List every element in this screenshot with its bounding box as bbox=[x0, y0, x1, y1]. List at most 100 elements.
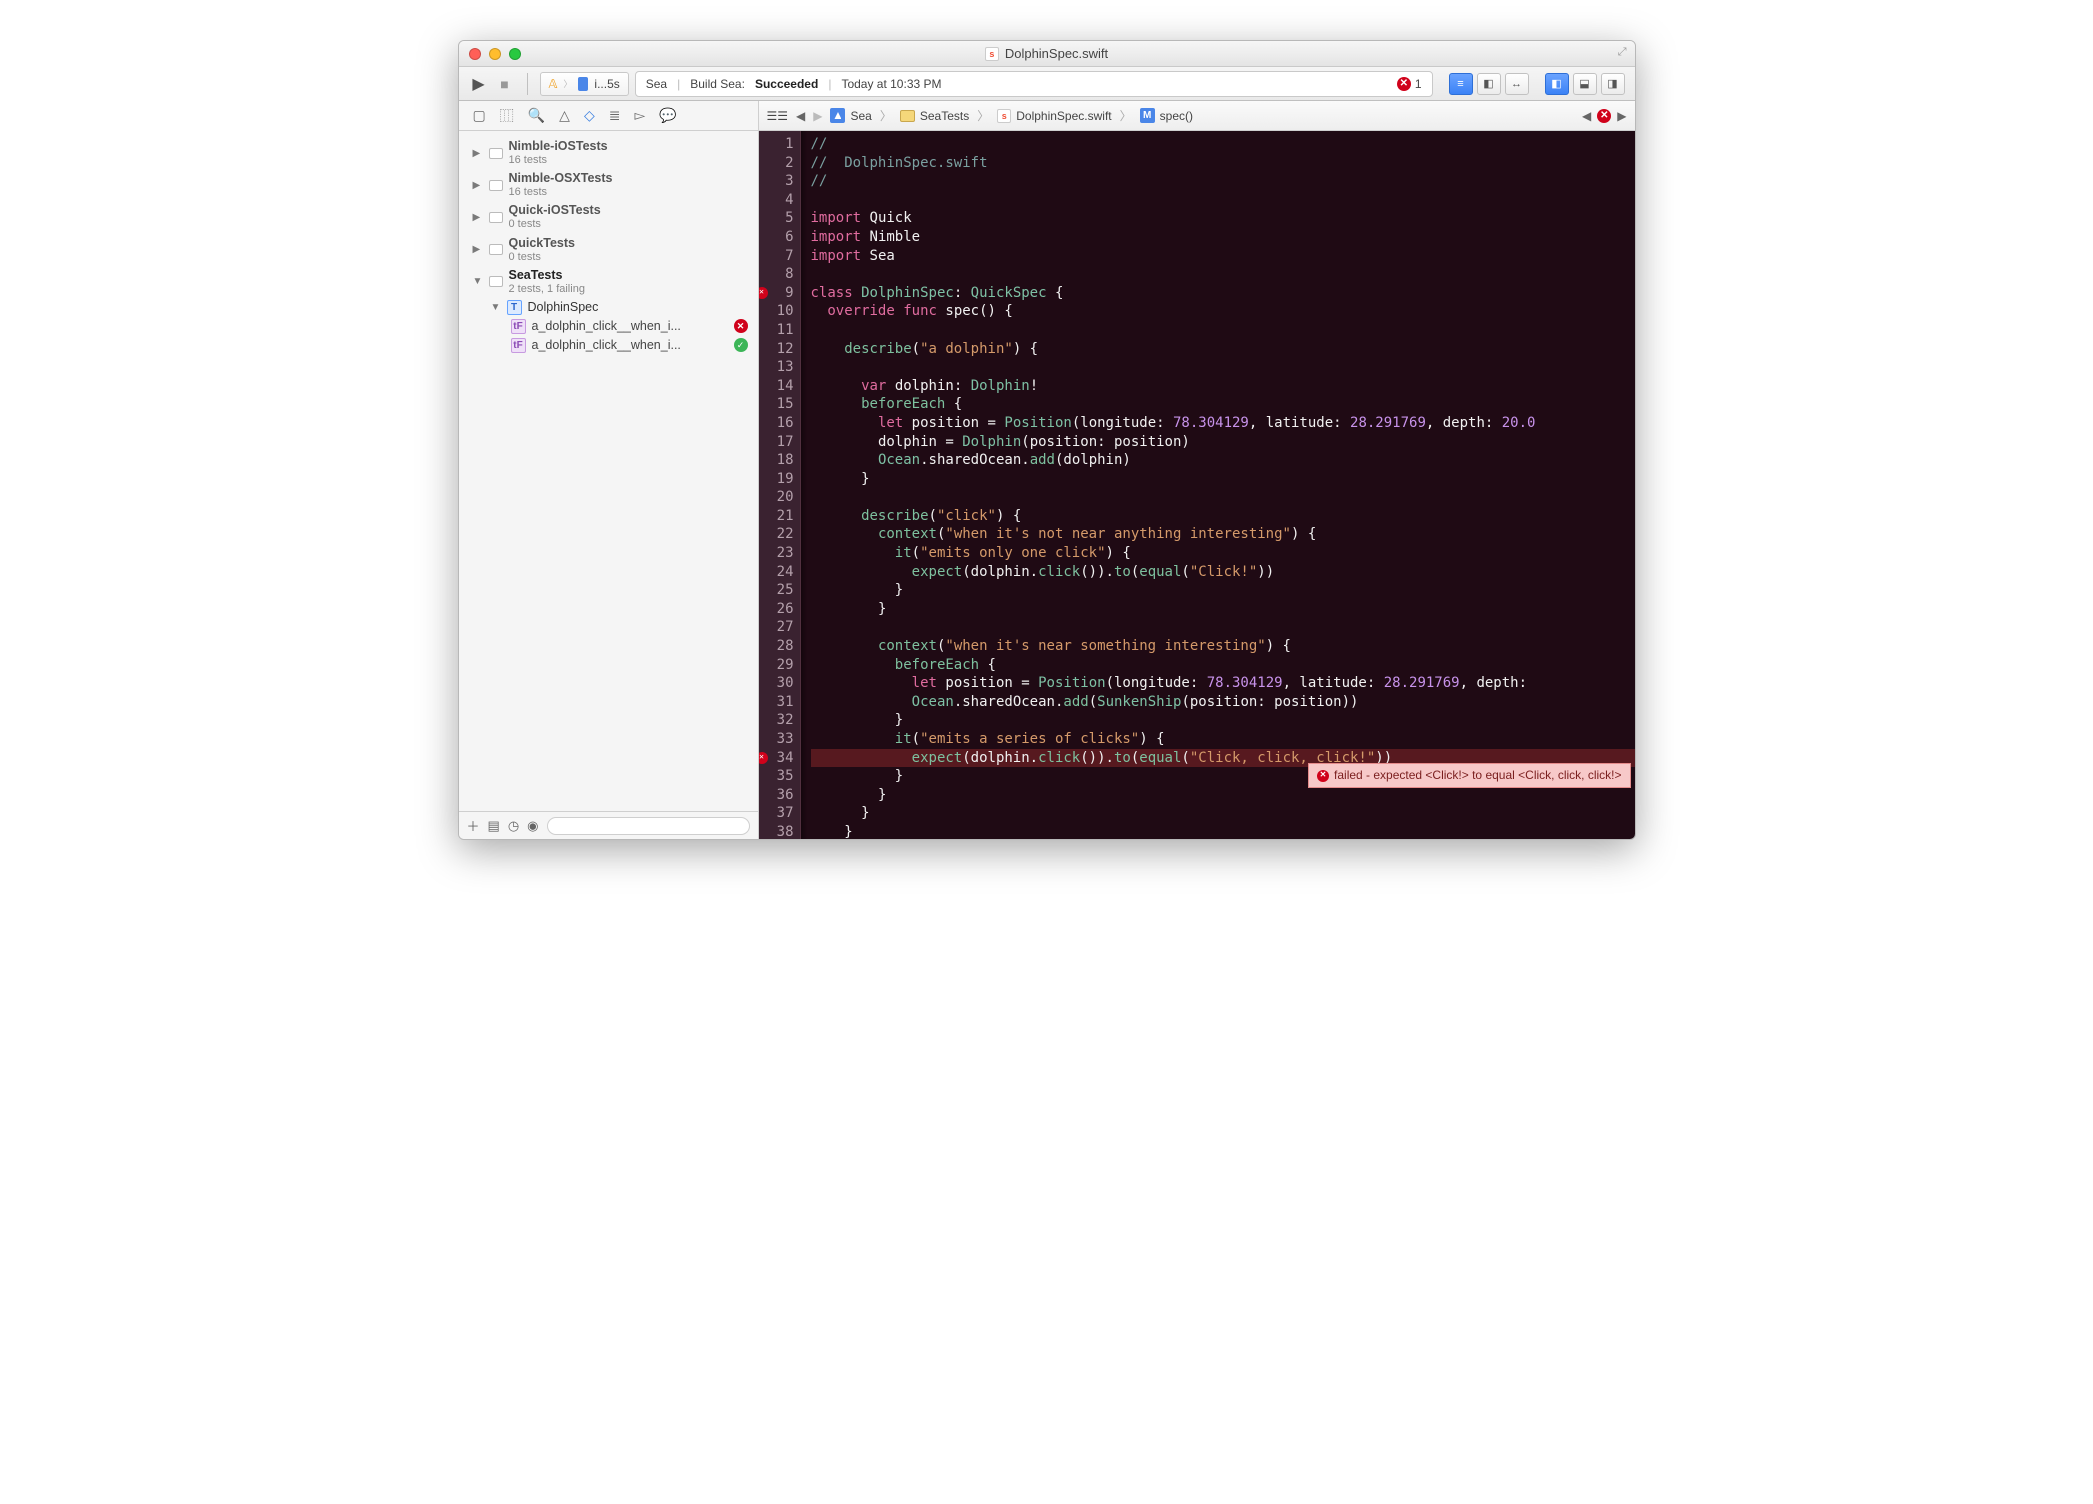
test-group[interactable]: ▶ Quick-iOSTests 0 tests bbox=[459, 201, 758, 233]
filter-field[interactable] bbox=[547, 817, 750, 835]
code-line[interactable] bbox=[811, 191, 1635, 210]
project-nav-icon[interactable]: ▢ bbox=[473, 107, 486, 124]
line-number[interactable]: 26 bbox=[761, 600, 794, 619]
code-line[interactable]: let position = Position(longitude: 78.30… bbox=[811, 414, 1635, 433]
debug-nav-icon[interactable]: ≣ bbox=[609, 107, 621, 124]
line-number[interactable]: 6 bbox=[761, 228, 794, 247]
test-case[interactable]: tF a_dolphin_click__when_i...✓ bbox=[459, 336, 758, 355]
line-number[interactable]: 35 bbox=[761, 767, 794, 786]
breakpoint-nav-icon[interactable]: ▻ bbox=[634, 107, 645, 124]
find-nav-icon[interactable]: 🔍 bbox=[528, 107, 545, 124]
code-line[interactable]: } bbox=[811, 804, 1635, 823]
crumb-file[interactable]: s DolphinSpec.swift bbox=[997, 109, 1111, 123]
test-spec[interactable]: ▼ T DolphinSpec bbox=[459, 298, 758, 317]
line-number[interactable]: 25 bbox=[761, 581, 794, 600]
code-line[interactable]: it("emits only one click") { bbox=[811, 544, 1635, 563]
toggle-navigator-button[interactable]: ◧ bbox=[1545, 73, 1569, 95]
line-number[interactable]: 20 bbox=[761, 488, 794, 507]
line-number[interactable]: 36 bbox=[761, 786, 794, 805]
line-number[interactable]: 9✕ bbox=[761, 284, 794, 303]
line-number[interactable]: 5 bbox=[761, 209, 794, 228]
line-number[interactable]: 4 bbox=[761, 191, 794, 210]
line-gutter[interactable]: 123456789✕101112131415161718192021222324… bbox=[759, 131, 801, 839]
line-number[interactable]: 37 bbox=[761, 804, 794, 823]
line-number[interactable]: 33 bbox=[761, 730, 794, 749]
code-line[interactable]: expect(dolphin.click()).to(equal("Click!… bbox=[811, 563, 1635, 582]
line-number[interactable]: 8 bbox=[761, 265, 794, 284]
symbol-nav-icon[interactable]: ⿲ bbox=[500, 106, 514, 126]
code-line[interactable] bbox=[811, 358, 1635, 377]
error-badge[interactable]: ✕ 1 bbox=[1397, 77, 1422, 91]
code-line[interactable]: // bbox=[811, 172, 1635, 191]
line-number[interactable]: 13 bbox=[761, 358, 794, 377]
gutter-error-icon[interactable]: ✕ bbox=[759, 752, 768, 764]
assistant-editor-button[interactable]: ◧ bbox=[1477, 73, 1501, 95]
code-line[interactable]: } bbox=[811, 823, 1635, 839]
line-number[interactable]: 14 bbox=[761, 377, 794, 396]
related-items-icon[interactable]: ☰☰ bbox=[767, 109, 789, 123]
code-line[interactable]: override func spec() { bbox=[811, 302, 1635, 321]
line-number[interactable]: 11 bbox=[761, 321, 794, 340]
code-line[interactable]: dolphin = Dolphin(position: position) bbox=[811, 433, 1635, 452]
line-number[interactable]: 12 bbox=[761, 340, 794, 359]
inline-error-banner[interactable]: ✕ failed - expected <Click!> to equal <C… bbox=[1308, 763, 1630, 788]
code-line[interactable]: var dolphin: Dolphin! bbox=[811, 377, 1635, 396]
code-line[interactable]: } bbox=[811, 581, 1635, 600]
line-number[interactable]: 10 bbox=[761, 302, 794, 321]
crumb-folder[interactable]: SeaTests bbox=[900, 109, 969, 123]
test-case[interactable]: tF a_dolphin_click__when_i...✕ bbox=[459, 317, 758, 336]
code-line[interactable] bbox=[811, 618, 1635, 637]
add-button[interactable]: ＋ bbox=[467, 816, 480, 835]
gutter-error-icon[interactable]: ✕ bbox=[759, 287, 768, 299]
version-editor-button[interactable]: ↔ bbox=[1505, 73, 1529, 95]
code-line[interactable] bbox=[811, 321, 1635, 340]
disclosure-icon[interactable]: ▶ bbox=[473, 212, 483, 223]
line-number[interactable]: 15 bbox=[761, 395, 794, 414]
code-line[interactable]: beforeEach { bbox=[811, 395, 1635, 414]
stop-button[interactable]: ■ bbox=[495, 74, 515, 94]
code-line[interactable]: import Sea bbox=[811, 247, 1635, 266]
code-line[interactable]: import Quick bbox=[811, 209, 1635, 228]
next-issue-icon[interactable]: ▶ bbox=[1617, 109, 1626, 123]
disclosure-icon[interactable]: ▶ bbox=[473, 180, 483, 191]
line-number[interactable]: 1 bbox=[761, 135, 794, 154]
crumb-symbol[interactable]: M spec() bbox=[1140, 108, 1193, 123]
code-line[interactable]: } bbox=[811, 786, 1635, 805]
disclosure-icon[interactable]: ▼ bbox=[491, 302, 501, 313]
line-number[interactable]: 2 bbox=[761, 154, 794, 173]
disclosure-icon[interactable]: ▶ bbox=[473, 244, 483, 255]
toggle-utilities-button[interactable]: ◨ bbox=[1601, 73, 1625, 95]
crumb-project[interactable]: Sea bbox=[830, 108, 871, 123]
filter-active-icon[interactable]: ◉ bbox=[527, 818, 538, 834]
code-line[interactable]: describe("a dolphin") { bbox=[811, 340, 1635, 359]
line-number[interactable]: 17 bbox=[761, 433, 794, 452]
code-line[interactable]: // bbox=[811, 135, 1635, 154]
nav-forward-icon[interactable]: ▶ bbox=[813, 109, 822, 123]
code-line[interactable]: Ocean.sharedOcean.add(SunkenShip(positio… bbox=[811, 693, 1635, 712]
code-editor[interactable]: 123456789✕101112131415161718192021222324… bbox=[759, 131, 1635, 839]
test-group[interactable]: ▶ QuickTests 0 tests bbox=[459, 234, 758, 266]
code-line[interactable]: import Nimble bbox=[811, 228, 1635, 247]
minimize-window-button[interactable] bbox=[489, 48, 501, 60]
scheme-selector[interactable]: 𝔸 〉 i...5s bbox=[540, 72, 629, 96]
error-icon[interactable]: ✕ bbox=[1597, 109, 1611, 123]
code-line[interactable]: beforeEach { bbox=[811, 656, 1635, 675]
line-number[interactable]: 31 bbox=[761, 693, 794, 712]
test-nav-icon[interactable]: ◇ bbox=[584, 107, 595, 124]
disclosure-icon[interactable]: ▶ bbox=[473, 148, 483, 159]
test-group[interactable]: ▶ Nimble-iOSTests 16 tests bbox=[459, 137, 758, 169]
code-line[interactable]: // DolphinSpec.swift bbox=[811, 154, 1635, 173]
code-line[interactable] bbox=[811, 488, 1635, 507]
code-line[interactable]: it("emits a series of clicks") { bbox=[811, 730, 1635, 749]
toggle-debug-button[interactable]: ⬓ bbox=[1573, 73, 1597, 95]
test-group-active[interactable]: ▼ SeaTests 2 tests, 1 failing bbox=[459, 266, 758, 298]
line-number[interactable]: 38 bbox=[761, 823, 794, 839]
line-number[interactable]: 27 bbox=[761, 618, 794, 637]
standard-editor-button[interactable]: ≡ bbox=[1449, 73, 1473, 95]
line-number[interactable]: 32 bbox=[761, 711, 794, 730]
code-line[interactable]: let position = Position(longitude: 78.30… bbox=[811, 674, 1635, 693]
line-number[interactable]: 16 bbox=[761, 414, 794, 433]
code-line[interactable]: context("when it's not near anything int… bbox=[811, 525, 1635, 544]
issue-nav-icon[interactable]: △ bbox=[559, 107, 570, 124]
line-number[interactable]: 30 bbox=[761, 674, 794, 693]
